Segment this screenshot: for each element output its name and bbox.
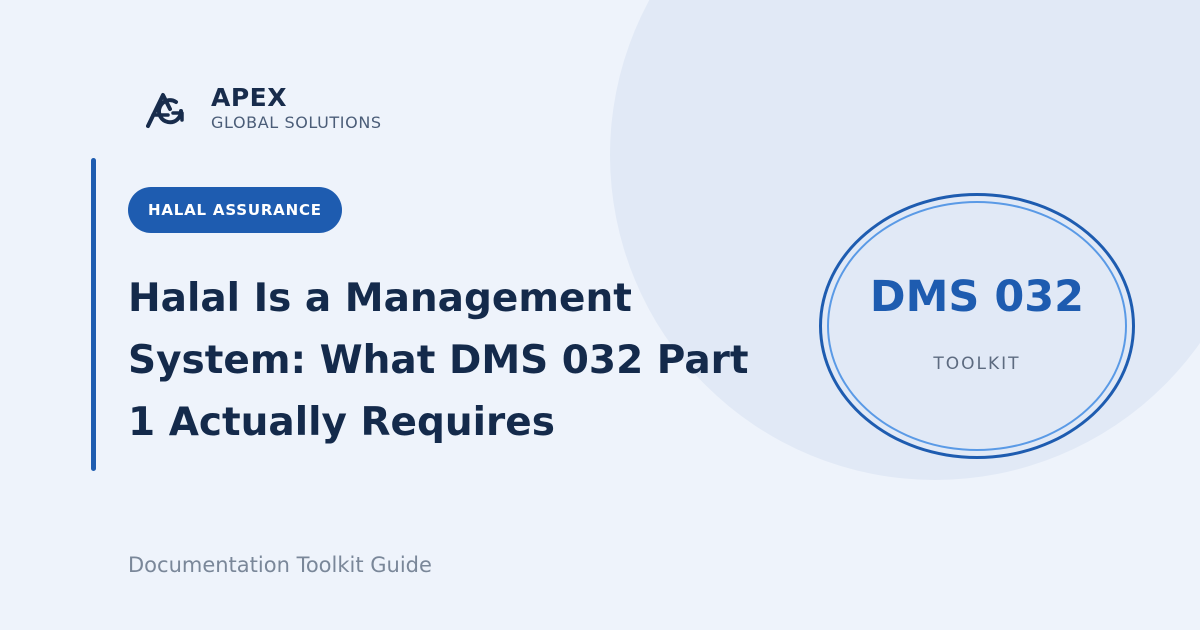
emblem-inner-ring [827, 201, 1127, 451]
brand-header: APEX GLOBAL SOLUTIONS [146, 84, 382, 133]
emblem-label: TOOLKIT [933, 354, 1021, 374]
apex-logo-icon [146, 89, 186, 129]
article-title: Halal Is a Management System: What DMS 0… [128, 276, 749, 445]
dms-emblem: DMS 032 TOOLKIT [819, 193, 1135, 459]
emblem-code: DMS 032 [869, 272, 1085, 322]
brand-text: APEX GLOBAL SOLUTIONS [211, 84, 382, 133]
accent-bar [91, 158, 96, 471]
article-subtitle: Documentation Toolkit Guide [128, 553, 432, 577]
brand-name: APEX [211, 83, 288, 112]
brand-tagline: GLOBAL SOLUTIONS [211, 113, 382, 132]
category-badge: HALAL ASSURANCE [128, 187, 342, 233]
